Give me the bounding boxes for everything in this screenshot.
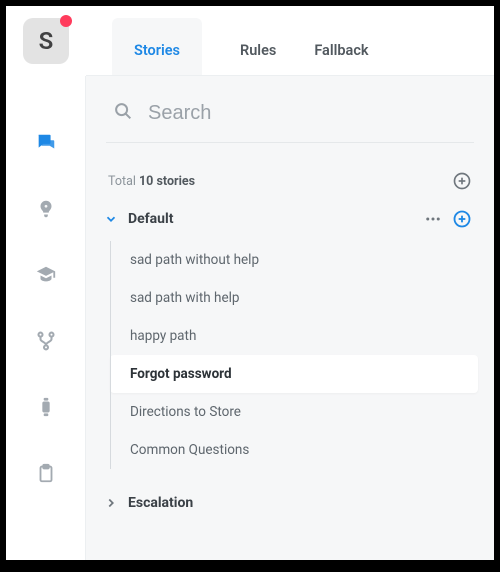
nav-watch-icon[interactable] — [35, 396, 57, 418]
add-story-button[interactable] — [452, 209, 472, 229]
total-count: 10 stories — [139, 174, 195, 189]
add-group-button[interactable] — [452, 171, 472, 191]
main-panel: Total 10 stories Default — [86, 76, 494, 560]
chevron-down-icon — [104, 212, 118, 226]
search-row — [86, 94, 494, 142]
nav-conversations-icon[interactable] — [35, 132, 57, 154]
story-item[interactable]: Forgot password — [110, 355, 478, 393]
group-header-default[interactable]: Default New Story — [86, 197, 494, 241]
story-list: Default New Story sad path without help … — [86, 197, 494, 560]
tab-rules[interactable]: Rules — [240, 18, 276, 75]
tabs: Stories Rules Fallback — [86, 6, 494, 76]
tab-fallback[interactable]: Fallback — [314, 18, 368, 75]
group-more-button[interactable] — [424, 210, 442, 228]
tab-stories[interactable]: Stories — [112, 18, 202, 75]
story-item[interactable]: Common Questions — [110, 431, 478, 469]
chevron-right-icon — [104, 496, 118, 510]
notification-dot-icon — [60, 15, 72, 27]
group-label: Escalation — [128, 495, 472, 511]
nav-training-icon[interactable] — [35, 264, 57, 286]
workspace-logo-letter: S — [39, 27, 54, 55]
search-input[interactable] — [148, 102, 468, 125]
group-label: Default — [128, 211, 424, 227]
story-item[interactable]: sad path without help — [110, 241, 478, 279]
story-item[interactable]: sad path with help — [110, 279, 478, 317]
app-frame: S Stories Rules Fallback — [6, 6, 494, 560]
nav-branch-icon[interactable] — [35, 330, 57, 352]
group-default-items: sad path without help sad path with help… — [110, 241, 494, 469]
story-item[interactable]: Directions to Store — [110, 393, 478, 431]
total-label: Total 10 stories — [108, 174, 195, 189]
nav-clipboard-icon[interactable] — [35, 462, 57, 484]
total-row: Total 10 stories — [86, 143, 494, 197]
nav-nlu-icon[interactable] — [35, 198, 57, 220]
total-prefix: Total — [108, 174, 139, 189]
top-row: S Stories Rules Fallback — [6, 6, 494, 76]
story-item[interactable]: happy path — [110, 317, 478, 355]
logo-box: S — [6, 6, 86, 76]
body-row: Total 10 stories Default — [6, 76, 494, 560]
search-icon — [112, 100, 134, 126]
sidebar — [6, 76, 86, 560]
workspace-logo[interactable]: S — [23, 18, 69, 64]
group-header-escalation[interactable]: Escalation — [86, 483, 494, 523]
